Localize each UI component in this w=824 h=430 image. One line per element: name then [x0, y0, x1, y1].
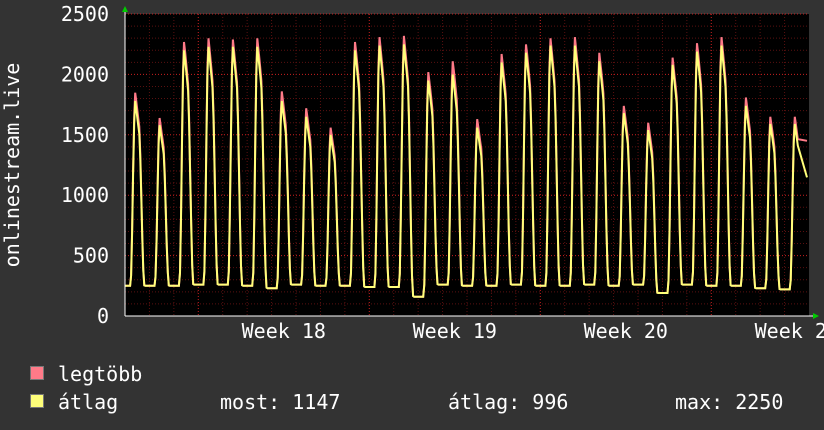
x-tick-label: Week 20 — [584, 319, 668, 343]
legend-label-max: legtöbb — [58, 362, 143, 386]
x-tick-label: Week 19 — [413, 319, 497, 343]
legend-row-max: legtöbb — [30, 362, 820, 386]
y-tick-label: 1000 — [61, 183, 109, 207]
stat-average: átlag: 996 — [448, 390, 569, 414]
stat-maximum: max: 2250 — [675, 390, 784, 414]
y-tick-label: 0 — [97, 304, 109, 328]
legend-row-avg: átlag most: 1147 átlag: 996 max: 2250 — [30, 390, 820, 414]
y-axis-arrow-icon — [122, 6, 128, 12]
x-tick-label: Week 21 — [755, 319, 824, 343]
y-axis-label: onlinestream.live — [0, 63, 24, 268]
stat-now: most: 1147 — [220, 390, 341, 414]
legend-swatch-max — [30, 366, 44, 380]
y-tick-label: 2500 — [61, 2, 109, 26]
legend-label-avg: átlag — [58, 390, 119, 414]
y-tick-label: 2000 — [61, 62, 109, 86]
y-tick-label: 500 — [73, 244, 109, 268]
x-tick-label: Week 18 — [242, 319, 326, 343]
legend-swatch-avg — [30, 394, 44, 408]
y-tick-label: 1500 — [61, 123, 109, 147]
